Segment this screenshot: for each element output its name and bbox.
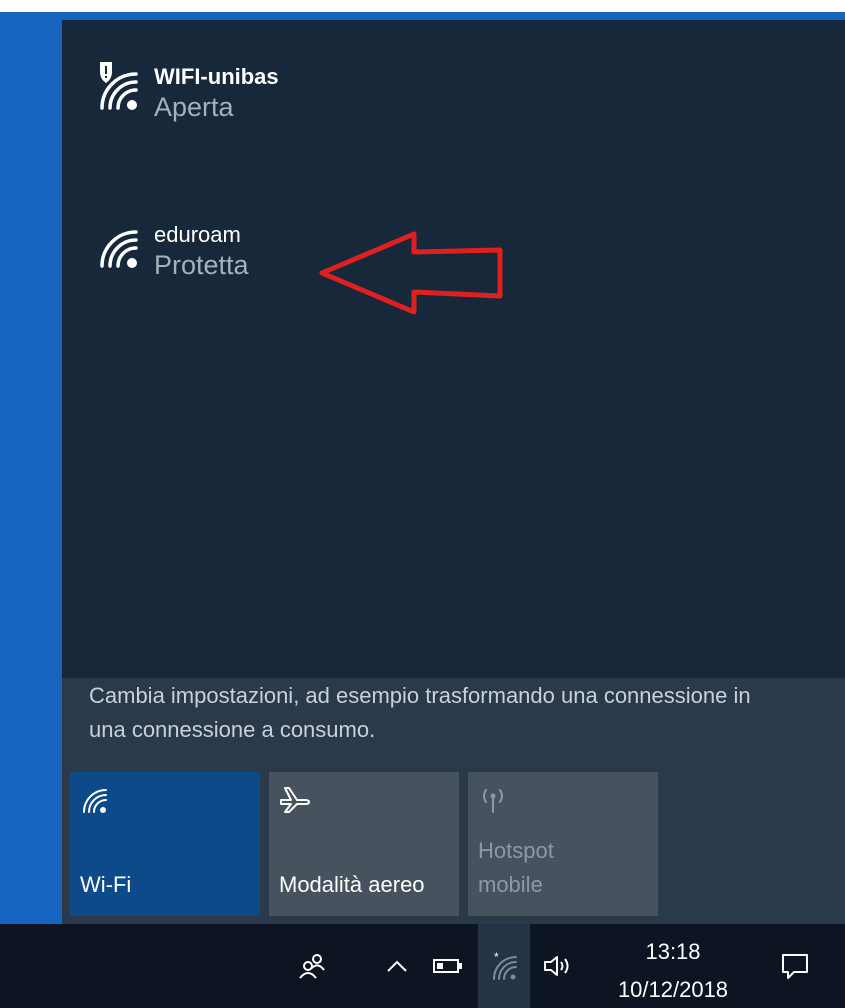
network-flyout: WIFI-unibas Aperta eduroam Protetta Camb…	[62, 20, 845, 924]
wifi-icon	[94, 220, 142, 268]
hotspot-icon	[478, 786, 508, 819]
network-name: WIFI-unibas	[154, 64, 279, 89]
people-icon[interactable]	[292, 924, 332, 1008]
wifi-tile-label: Wi-Fi	[80, 872, 132, 897]
clock-time: 13:18	[645, 939, 701, 964]
airplane-mode-tile[interactable]: Modalità aereo	[269, 772, 459, 916]
red-arrow-annotation	[319, 231, 503, 315]
hotspot-tile-label: Hotspot mobile	[478, 838, 554, 897]
volume-icon[interactable]	[536, 924, 580, 1008]
chevron-up-icon[interactable]	[380, 924, 414, 1008]
network-status: Protetta	[154, 250, 249, 280]
clock-date: 10/12/2018	[617, 977, 729, 1002]
wifi-icon	[80, 786, 108, 819]
battery-icon[interactable]	[428, 924, 468, 1008]
wifi-warning-icon	[94, 62, 142, 110]
network-item-eduroam[interactable]: eduroam Protetta	[94, 220, 249, 280]
wifi-icon[interactable]: *	[478, 924, 530, 1008]
wifi-toggle-tile[interactable]: Wi-Fi	[70, 772, 260, 916]
network-name: eduroam	[154, 222, 241, 247]
taskbar-clock[interactable]: 13:18 10/12/2018	[598, 924, 748, 1008]
svg-text:*: *	[494, 951, 499, 964]
airplane-tile-label: Modalità aereo	[279, 872, 425, 897]
hotspot-tile[interactable]: Hotspot mobile	[468, 772, 658, 916]
action-center-icon[interactable]	[770, 924, 820, 1008]
network-item-wifi-unibas[interactable]: WIFI-unibas Aperta	[94, 62, 279, 122]
airplane-icon	[279, 786, 311, 819]
network-status: Aperta	[154, 92, 234, 122]
taskbar: * 13:18 10/12/2018	[0, 924, 845, 1008]
settings-hint-link[interactable]: Cambia impostazioni, ad esempio trasform…	[89, 679, 769, 747]
